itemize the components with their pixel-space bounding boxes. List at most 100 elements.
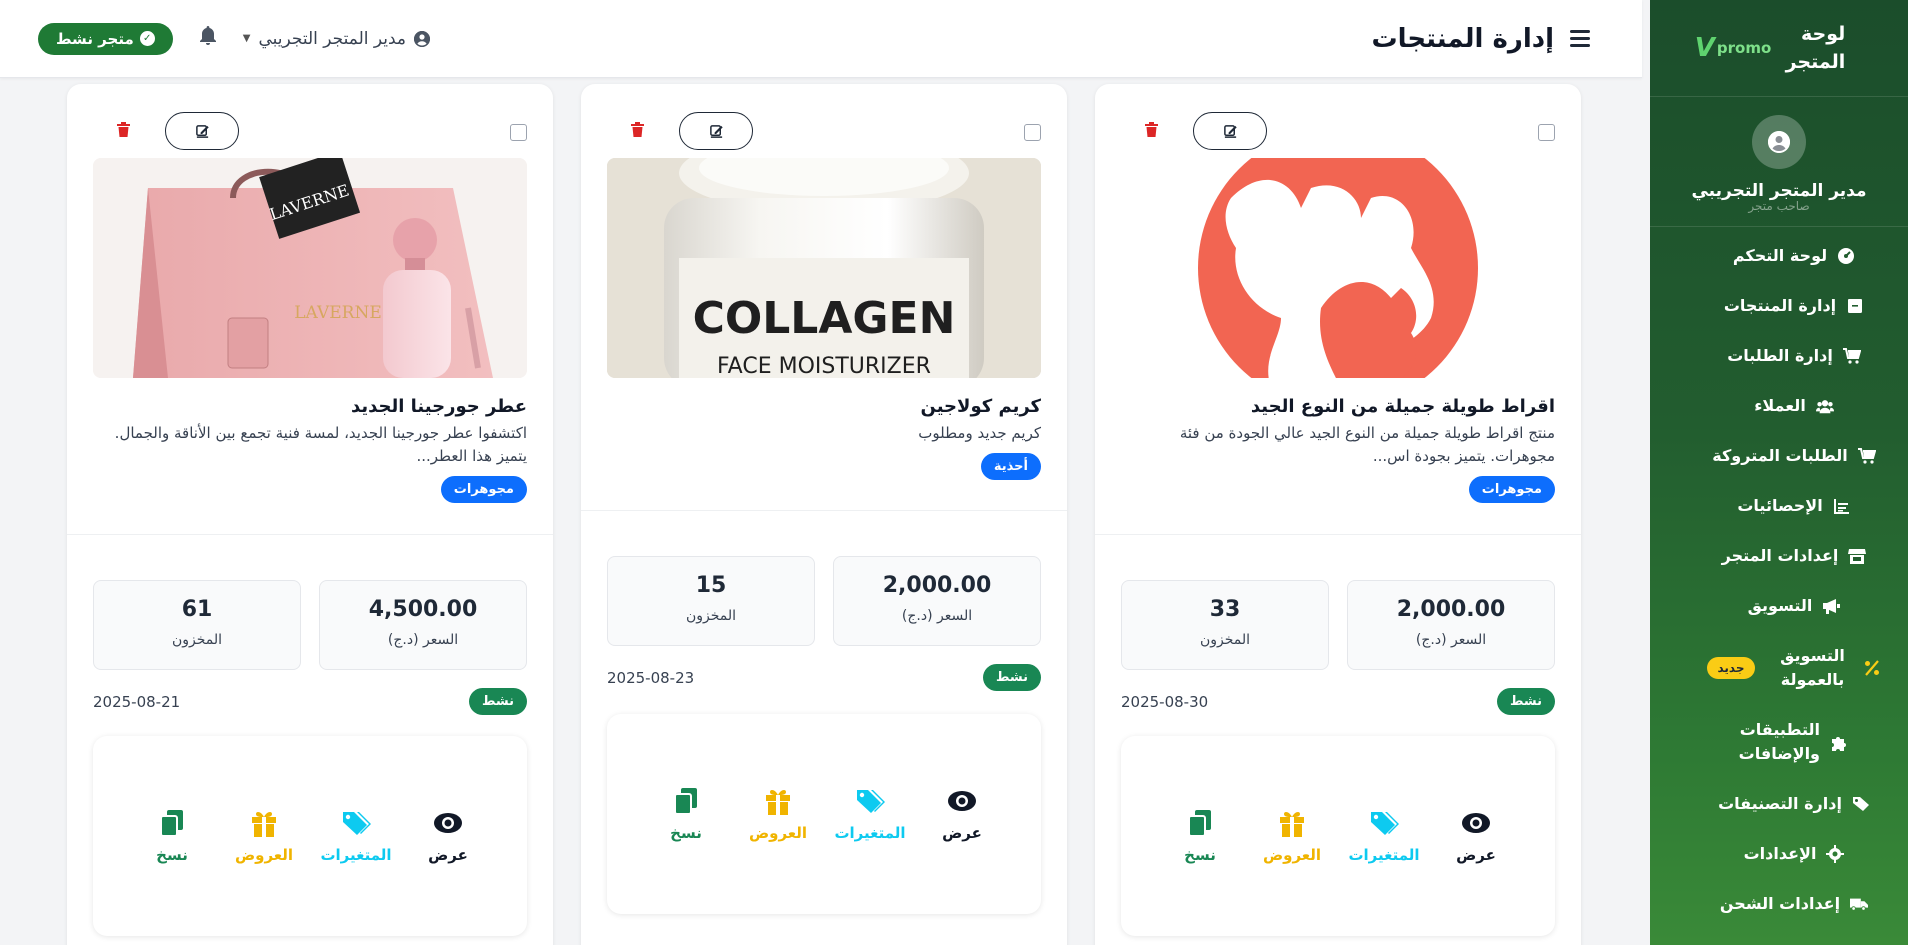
- variants-label: المتغيرات: [834, 824, 906, 842]
- sidebar-item-shipping-settings[interactable]: إعدادات الشحن: [1650, 879, 1908, 929]
- sidebar-item-dashboard[interactable]: لوحة التحكم: [1650, 231, 1908, 281]
- box-icon: [1846, 297, 1864, 315]
- sidebar-item-label: إدارة المنتجات: [1723, 296, 1837, 315]
- offers-button[interactable]: العروض: [748, 786, 808, 842]
- product-card-body: LAVERNE LAVERNE عطر جورجينا الجديد اكتشف…: [67, 84, 553, 536]
- copy-label: نسخ: [156, 846, 188, 864]
- pet-silhouette-image: [1198, 158, 1478, 378]
- gift-icon: [249, 808, 279, 838]
- sidebar-item-statistics[interactable]: الإحصائيات: [1650, 481, 1908, 531]
- stock-value: 61: [181, 597, 213, 622]
- sidebar-item-orders[interactable]: إدارة الطلبات: [1650, 331, 1908, 381]
- edit-icon: [1223, 124, 1237, 138]
- user-circle-icon: [1768, 131, 1790, 153]
- logo-text: promo: [1716, 39, 1772, 57]
- sidebar-item-affiliate-marketing[interactable]: التسويق بالعمولة جديد: [1650, 631, 1908, 705]
- hamburger-menu-icon[interactable]: [1570, 30, 1590, 47]
- sidebar-item-marketing[interactable]: التسويق: [1650, 581, 1908, 631]
- stock-value: 33: [1209, 597, 1241, 622]
- gear-icon: [1826, 845, 1845, 863]
- variants-button[interactable]: المتغيرات: [834, 786, 906, 842]
- edit-button[interactable]: [679, 112, 753, 150]
- delete-button[interactable]: [1145, 122, 1158, 141]
- dashboard-icon: [1837, 247, 1855, 265]
- divider: [1095, 534, 1581, 535]
- sidebar-item-label: إدارة الطلبات: [1727, 346, 1833, 365]
- store-status-badge[interactable]: ✓ متجر نشط: [38, 22, 173, 55]
- delete-button[interactable]: [631, 122, 644, 141]
- select-checkbox[interactable]: [510, 124, 527, 141]
- sidebar-item-abandoned-orders[interactable]: الطلبات المتروكة: [1650, 431, 1908, 481]
- price-stat: 2,000.00 السعر (د.ج): [1347, 580, 1555, 670]
- product-description: كريم جديد ومطلوب: [918, 424, 1041, 442]
- edit-button[interactable]: [1193, 112, 1267, 150]
- category-badge: أحذية: [980, 453, 1041, 480]
- product-operations: عرض المتغيرات العروض نسخ: [607, 714, 1041, 914]
- stock-stat: 33 المخزون: [1121, 580, 1329, 670]
- product-date: 2025-08-30: [1121, 692, 1209, 711]
- card-actions: [581, 112, 1067, 152]
- tags-icon: [1369, 808, 1399, 838]
- variants-button[interactable]: المتغيرات: [1348, 808, 1420, 864]
- user-circle-icon: [414, 30, 431, 47]
- product-title: عطر جورجينا الجديد: [350, 396, 527, 417]
- sidebar-item-store-settings[interactable]: إعدادات المتجر: [1650, 531, 1908, 581]
- copy-button[interactable]: نسخ: [660, 786, 712, 842]
- copy-icon: [157, 808, 187, 838]
- product-image[interactable]: COLLAGEN FACE MOISTURIZER: [607, 158, 1041, 378]
- megaphone-icon: [1822, 597, 1841, 615]
- offers-label: العروض: [748, 824, 808, 842]
- stock-label: المخزون: [685, 608, 737, 624]
- user-menu[interactable]: مدير المتجر التجريبي ▼: [242, 29, 431, 49]
- bell-icon[interactable]: [199, 26, 217, 51]
- variants-button[interactable]: المتغيرات: [320, 808, 392, 864]
- category-badge: مجوهرات: [1468, 476, 1555, 503]
- top-bar: ✓ متجر نشط مدير المتجر التجريبي ▼ إدارة …: [0, 0, 1642, 78]
- edit-icon: [195, 124, 209, 138]
- check-circle-icon: ✓: [139, 31, 155, 46]
- sidebar-item-categories[interactable]: إدارة التصنيفات: [1650, 779, 1908, 829]
- sidebar-item-products[interactable]: إدارة المنتجات: [1650, 281, 1908, 331]
- profile-role: صاحب متجر: [1748, 199, 1810, 213]
- product-image[interactable]: LAVERNE LAVERNE: [93, 158, 527, 378]
- gift-icon: [763, 786, 793, 816]
- sidebar-item-customers[interactable]: العملاء: [1650, 381, 1908, 431]
- price-stat: 4,500.00 السعر (د.ج): [319, 580, 527, 670]
- eye-icon: [433, 808, 463, 838]
- jar-text-sub: FACE MOISTURIZER: [717, 354, 931, 378]
- copy-icon: [1185, 808, 1215, 838]
- new-badge: جديد: [1707, 657, 1755, 679]
- offers-button[interactable]: العروض: [1263, 808, 1321, 864]
- status-badge: نشط: [468, 688, 527, 715]
- trash-icon: [631, 122, 644, 137]
- tags-icon: [341, 808, 371, 838]
- sidebar-item-label: العملاء: [1754, 396, 1806, 415]
- brand-title: لوحة المتجر: [1785, 23, 1846, 73]
- sidebar-item-apps-addons[interactable]: التطبيقات والإضافات: [1650, 705, 1908, 779]
- brand-logo[interactable]: V promo: [1695, 33, 1772, 63]
- price-label: السعر (د.ج): [387, 632, 459, 648]
- sidebar-item-label: إعدادات المتجر: [1721, 546, 1839, 565]
- edit-button[interactable]: [165, 112, 239, 150]
- delete-button[interactable]: [117, 122, 130, 141]
- eye-icon: [947, 786, 977, 816]
- card-actions: [1095, 112, 1581, 152]
- view-button[interactable]: عرض: [422, 808, 474, 864]
- variants-label: المتغيرات: [1348, 846, 1420, 864]
- product-image[interactable]: [1121, 158, 1555, 378]
- select-checkbox[interactable]: [1024, 124, 1041, 141]
- product-card-body: اقراط طويلة جميلة من النوع الجيد منتج اق…: [1095, 84, 1581, 536]
- variants-label: المتغيرات: [320, 846, 392, 864]
- select-checkbox[interactable]: [1538, 124, 1555, 141]
- offers-button[interactable]: العروض: [235, 808, 293, 864]
- copy-button[interactable]: نسخ: [146, 808, 198, 864]
- logo-mark: V: [1694, 33, 1715, 63]
- sidebar-item-settings[interactable]: الإعدادات: [1650, 829, 1908, 879]
- sidebar-item-label: الطلبات المتروكة: [1712, 446, 1848, 465]
- product-stats: 2,000.00 السعر (د.ج) 15 المخزون: [607, 556, 1041, 646]
- caret-down-icon: ▼: [242, 33, 251, 44]
- page-title: إدارة المنتجات: [1371, 23, 1555, 54]
- view-button[interactable]: عرض: [1450, 808, 1502, 864]
- view-button[interactable]: عرض: [936, 786, 988, 842]
- copy-button[interactable]: نسخ: [1174, 808, 1226, 864]
